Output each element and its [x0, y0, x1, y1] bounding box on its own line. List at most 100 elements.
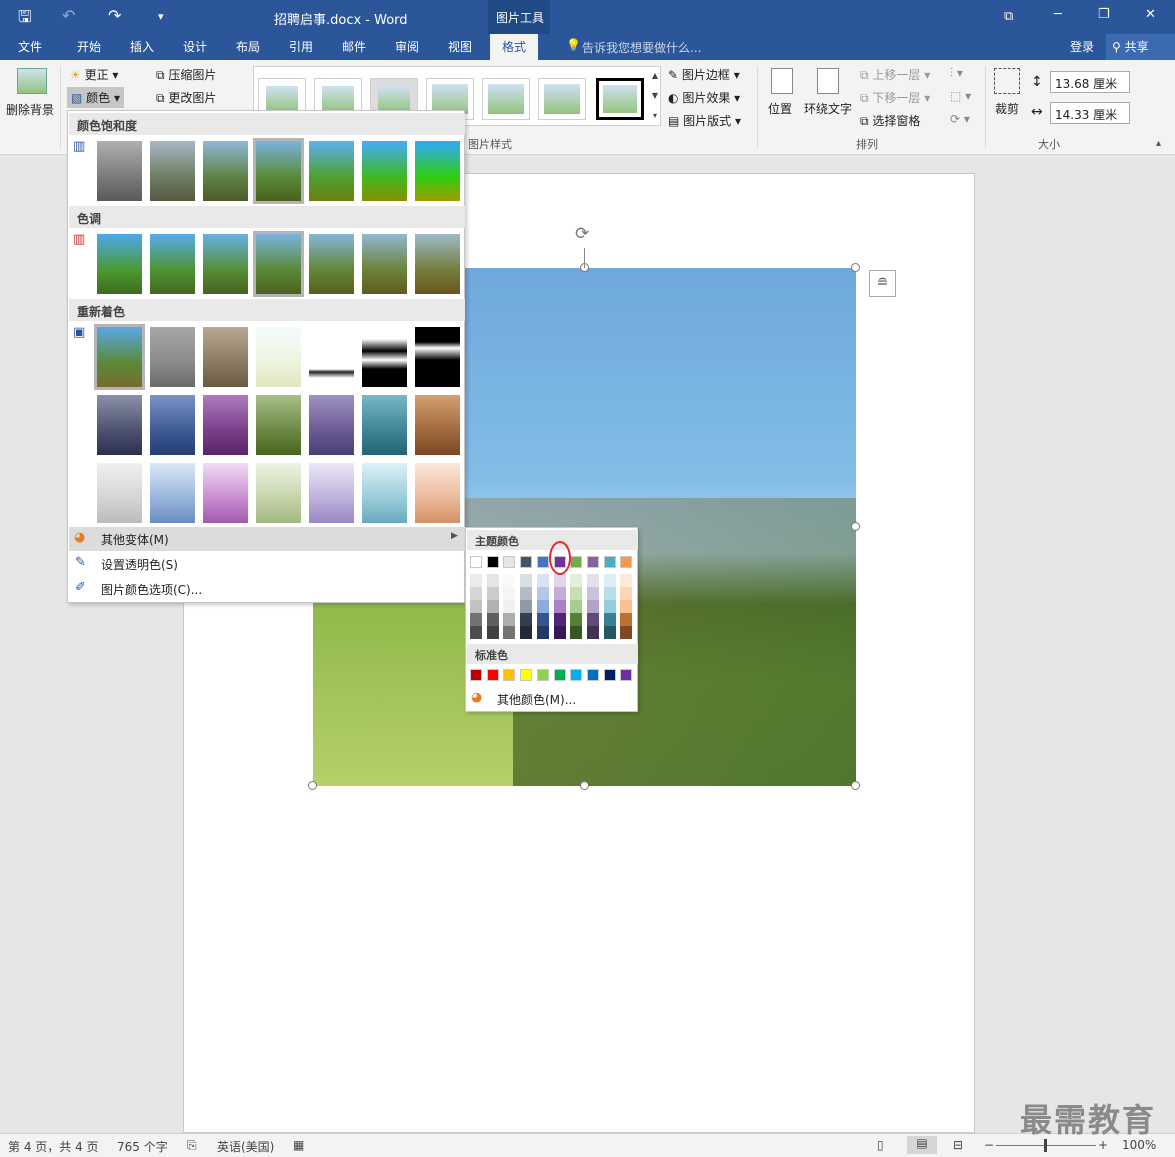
- theme-shade-swatch[interactable]: [470, 574, 482, 587]
- theme-shade-swatch[interactable]: [520, 574, 533, 587]
- proofing-icon[interactable]: ⎘: [187, 1138, 197, 1153]
- macro-icon[interactable]: ▦: [293, 1138, 304, 1152]
- recolor-light-thumb[interactable]: [97, 463, 142, 523]
- saturation-66-thumb[interactable]: [203, 141, 248, 201]
- recolor-light-thumb[interactable]: [362, 463, 407, 523]
- language[interactable]: 英语(美国): [217, 1138, 274, 1155]
- share-button[interactable]: ⚲ 共享: [1106, 34, 1175, 60]
- tone-thumb[interactable]: [309, 234, 354, 294]
- restore-button[interactable]: ❐: [1098, 7, 1110, 22]
- theme-shade-swatch[interactable]: [470, 626, 482, 639]
- theme-shade-swatch[interactable]: [470, 613, 482, 626]
- remove-background-button[interactable]: 删除背景: [5, 66, 57, 122]
- compress-pictures-button[interactable]: ⧉ 压缩图片: [156, 66, 216, 83]
- theme-color-swatch[interactable]: [620, 556, 633, 568]
- tone-thumb[interactable]: [97, 234, 142, 294]
- saturation-options-icon[interactable]: ▥: [73, 139, 85, 154]
- rotate-icon[interactable]: ⟳ ▾: [950, 112, 970, 126]
- recolor-light-thumb[interactable]: [415, 463, 460, 523]
- recolor-light-thumb[interactable]: [203, 463, 248, 523]
- theme-shade-swatch[interactable]: [536, 600, 549, 613]
- resize-handle[interactable]: [851, 263, 860, 272]
- close-button[interactable]: ✕: [1145, 7, 1156, 22]
- tab-insert[interactable]: 插入: [130, 38, 154, 55]
- minimize-button[interactable]: ─: [1054, 7, 1062, 22]
- recolor-bw-25-thumb[interactable]: [309, 327, 354, 387]
- theme-shade-swatch[interactable]: [553, 574, 566, 587]
- theme-shade-swatch[interactable]: [486, 574, 499, 587]
- rotate-handle-icon[interactable]: ⟳: [575, 224, 589, 244]
- resize-handle[interactable]: [580, 781, 589, 790]
- picture-border-button[interactable]: ✎ 图片边框 ▾: [668, 66, 740, 83]
- collapse-ribbon-icon[interactable]: ▴: [1156, 138, 1161, 149]
- recolor-light-thumb[interactable]: [150, 463, 195, 523]
- zoom-out-icon[interactable]: −: [984, 1138, 994, 1152]
- theme-shade-swatch[interactable]: [536, 574, 549, 587]
- theme-shade-swatch[interactable]: [620, 587, 633, 600]
- resize-handle[interactable]: [851, 522, 860, 531]
- theme-shade-swatch[interactable]: [553, 613, 566, 626]
- standard-color-swatch[interactable]: [570, 669, 583, 681]
- picture-effects-button[interactable]: ◐ 图片效果 ▾: [668, 89, 740, 106]
- theme-shade-swatch[interactable]: [553, 587, 566, 600]
- recolor-dark-thumb[interactable]: [203, 395, 248, 455]
- theme-shade-swatch[interactable]: [520, 587, 533, 600]
- theme-shade-swatch[interactable]: [536, 626, 549, 639]
- width-input[interactable]: 14.33 厘米: [1050, 102, 1130, 124]
- theme-color-swatch[interactable]: [503, 556, 516, 568]
- theme-shade-swatch[interactable]: [520, 626, 533, 639]
- gallery-scroll[interactable]: ▲ ▼ ▾: [649, 66, 661, 126]
- recolor-dark-thumb[interactable]: [256, 395, 301, 455]
- crop-button[interactable]: 裁剪: [992, 66, 1024, 132]
- theme-shade-swatch[interactable]: [553, 600, 566, 613]
- theme-shade-swatch[interactable]: [620, 626, 633, 639]
- tone-thumb[interactable]: [203, 234, 248, 294]
- resize-handle[interactable]: [308, 781, 317, 790]
- theme-color-swatch[interactable]: [486, 556, 499, 568]
- tab-file[interactable]: 文件: [18, 38, 42, 55]
- saturation-200-thumb[interactable]: [309, 141, 354, 201]
- theme-color-swatch[interactable]: [603, 556, 616, 568]
- tab-view[interactable]: 视图: [448, 38, 472, 55]
- page-count[interactable]: 第 4 页，共 4 页: [8, 1138, 99, 1155]
- recolor-no-recolor-thumb[interactable]: [94, 324, 145, 390]
- theme-shade-swatch[interactable]: [570, 574, 583, 587]
- recolor-dark-thumb[interactable]: [362, 395, 407, 455]
- standard-color-swatch[interactable]: [586, 669, 599, 681]
- saturation-300-thumb[interactable]: [362, 141, 407, 201]
- theme-shade-swatch[interactable]: [486, 587, 499, 600]
- theme-shade-swatch[interactable]: [586, 600, 599, 613]
- theme-color-swatch[interactable]: [586, 556, 599, 568]
- theme-shade-swatch[interactable]: [470, 600, 482, 613]
- recolor-grayscale-thumb[interactable]: [150, 327, 195, 387]
- corrections-button[interactable]: ☀ 更正 ▾: [70, 66, 118, 83]
- redo-icon[interactable]: ↷: [108, 6, 121, 25]
- theme-shade-swatch[interactable]: [503, 600, 516, 613]
- save-icon[interactable]: 🖫: [18, 6, 32, 33]
- word-count[interactable]: 765 个字: [117, 1138, 168, 1155]
- recolor-bw-50-thumb[interactable]: [362, 327, 407, 387]
- theme-shade-swatch[interactable]: [470, 587, 482, 600]
- tab-design[interactable]: 设计: [183, 38, 207, 55]
- theme-color-swatch[interactable]: [536, 556, 549, 568]
- signin-link[interactable]: 登录: [1070, 38, 1094, 55]
- theme-shade-swatch[interactable]: [603, 587, 616, 600]
- style-thumb[interactable]: [538, 78, 586, 120]
- recolor-light-thumb[interactable]: [256, 463, 301, 523]
- standard-color-swatch[interactable]: [553, 669, 566, 681]
- theme-shade-swatch[interactable]: [503, 587, 516, 600]
- theme-color-swatch[interactable]: [520, 556, 533, 568]
- color-button[interactable]: ▧ 颜色 ▾: [67, 87, 125, 108]
- height-input[interactable]: 13.68 厘米: [1050, 71, 1130, 93]
- selection-pane-button[interactable]: ⧉ 选择窗格: [860, 112, 920, 129]
- theme-shade-swatch[interactable]: [553, 626, 566, 639]
- recolor-bw-75-thumb[interactable]: [415, 327, 460, 387]
- theme-color-swatch[interactable]: [570, 556, 583, 568]
- web-layout-icon[interactable]: ⊟: [953, 1138, 963, 1152]
- recolor-dark-thumb[interactable]: [97, 395, 142, 455]
- resize-handle[interactable]: [851, 781, 860, 790]
- saturation-100-thumb[interactable]: [253, 138, 304, 204]
- theme-shade-swatch[interactable]: [620, 574, 633, 587]
- theme-shade-swatch[interactable]: [586, 574, 599, 587]
- saturation-0-thumb[interactable]: [97, 141, 142, 201]
